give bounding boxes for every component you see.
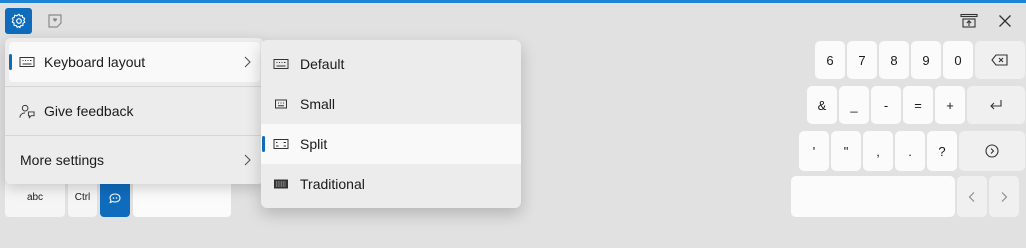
submenu-item-label: Split [300, 136, 328, 152]
key-period[interactable]: . [895, 131, 925, 171]
submenu-item-default[interactable]: Default [261, 44, 521, 84]
menu-item-label: More settings [20, 152, 105, 168]
submenu-item-label: Traditional [300, 176, 365, 192]
keyboard-layout-submenu: Default Small Split Traditional [261, 40, 521, 208]
key-comma[interactable]: , [863, 131, 893, 171]
dock-button[interactable] [954, 8, 984, 34]
submenu-item-small[interactable]: Small [261, 84, 521, 124]
space-key-right[interactable] [791, 176, 955, 217]
next-icon [985, 144, 999, 158]
menu-item-keyboard-layout[interactable]: Keyboard layout [9, 42, 260, 82]
key-8[interactable]: 8 [879, 41, 909, 79]
key-underscore[interactable]: _ [839, 86, 869, 124]
keyboard-traditional-icon [273, 177, 289, 191]
menu-divider [5, 135, 264, 136]
sticker-button[interactable] [44, 10, 66, 32]
menu-item-give-feedback[interactable]: Give feedback [9, 91, 260, 131]
chevron-right-icon [244, 56, 251, 68]
menu-divider [5, 86, 264, 87]
settings-menu: Keyboard layout Give feedback More setti… [5, 38, 264, 184]
submenu-item-label: Default [300, 56, 345, 72]
key-6[interactable]: 6 [815, 41, 845, 79]
menu-item-label: Give feedback [44, 103, 134, 119]
arrow-left-key[interactable] [957, 176, 987, 217]
close-button[interactable] [990, 8, 1020, 34]
keyboard-default-icon [273, 57, 289, 71]
submenu-item-split[interactable]: Split [261, 124, 521, 164]
key-apostrophe[interactable]: ' [799, 131, 829, 171]
key-equals[interactable]: = [903, 86, 933, 124]
key-minus[interactable]: - [871, 86, 901, 124]
close-icon [999, 15, 1011, 27]
next-key[interactable] [959, 131, 1025, 171]
backspace-icon [991, 54, 1008, 66]
emoji-icon [109, 192, 121, 203]
keyboard-small-icon [273, 97, 289, 111]
arrow-right-key[interactable] [989, 176, 1019, 217]
selection-indicator [9, 54, 12, 70]
key-plus[interactable]: + [935, 86, 965, 124]
settings-button[interactable] [5, 8, 32, 34]
key-ampersand[interactable]: & [807, 86, 837, 124]
dock-icon [960, 13, 978, 28]
submenu-item-label: Small [300, 96, 336, 112]
menu-item-label: Keyboard layout [44, 54, 146, 70]
key-0[interactable]: 0 [943, 41, 973, 79]
sticker-icon [48, 14, 62, 28]
submenu-item-traditional[interactable]: Traditional [261, 164, 521, 204]
arrow-left-icon [968, 191, 975, 202]
enter-icon [990, 100, 1002, 110]
key-9[interactable]: 9 [911, 41, 941, 79]
gear-icon [11, 13, 25, 29]
menu-item-more-settings[interactable]: More settings [9, 140, 260, 180]
window-top-accent [0, 0, 1026, 3]
key-quote[interactable]: " [831, 131, 861, 171]
keyboard-icon [19, 54, 35, 70]
key-7[interactable]: 7 [847, 41, 877, 79]
arrow-right-icon [1001, 191, 1008, 202]
selection-indicator [262, 136, 265, 152]
chevron-right-icon [244, 154, 251, 166]
feedback-icon [19, 103, 35, 119]
backspace-key[interactable] [975, 41, 1025, 79]
enter-key[interactable] [967, 86, 1025, 124]
key-question[interactable]: ? [927, 131, 957, 171]
keyboard-split-icon [273, 137, 289, 151]
